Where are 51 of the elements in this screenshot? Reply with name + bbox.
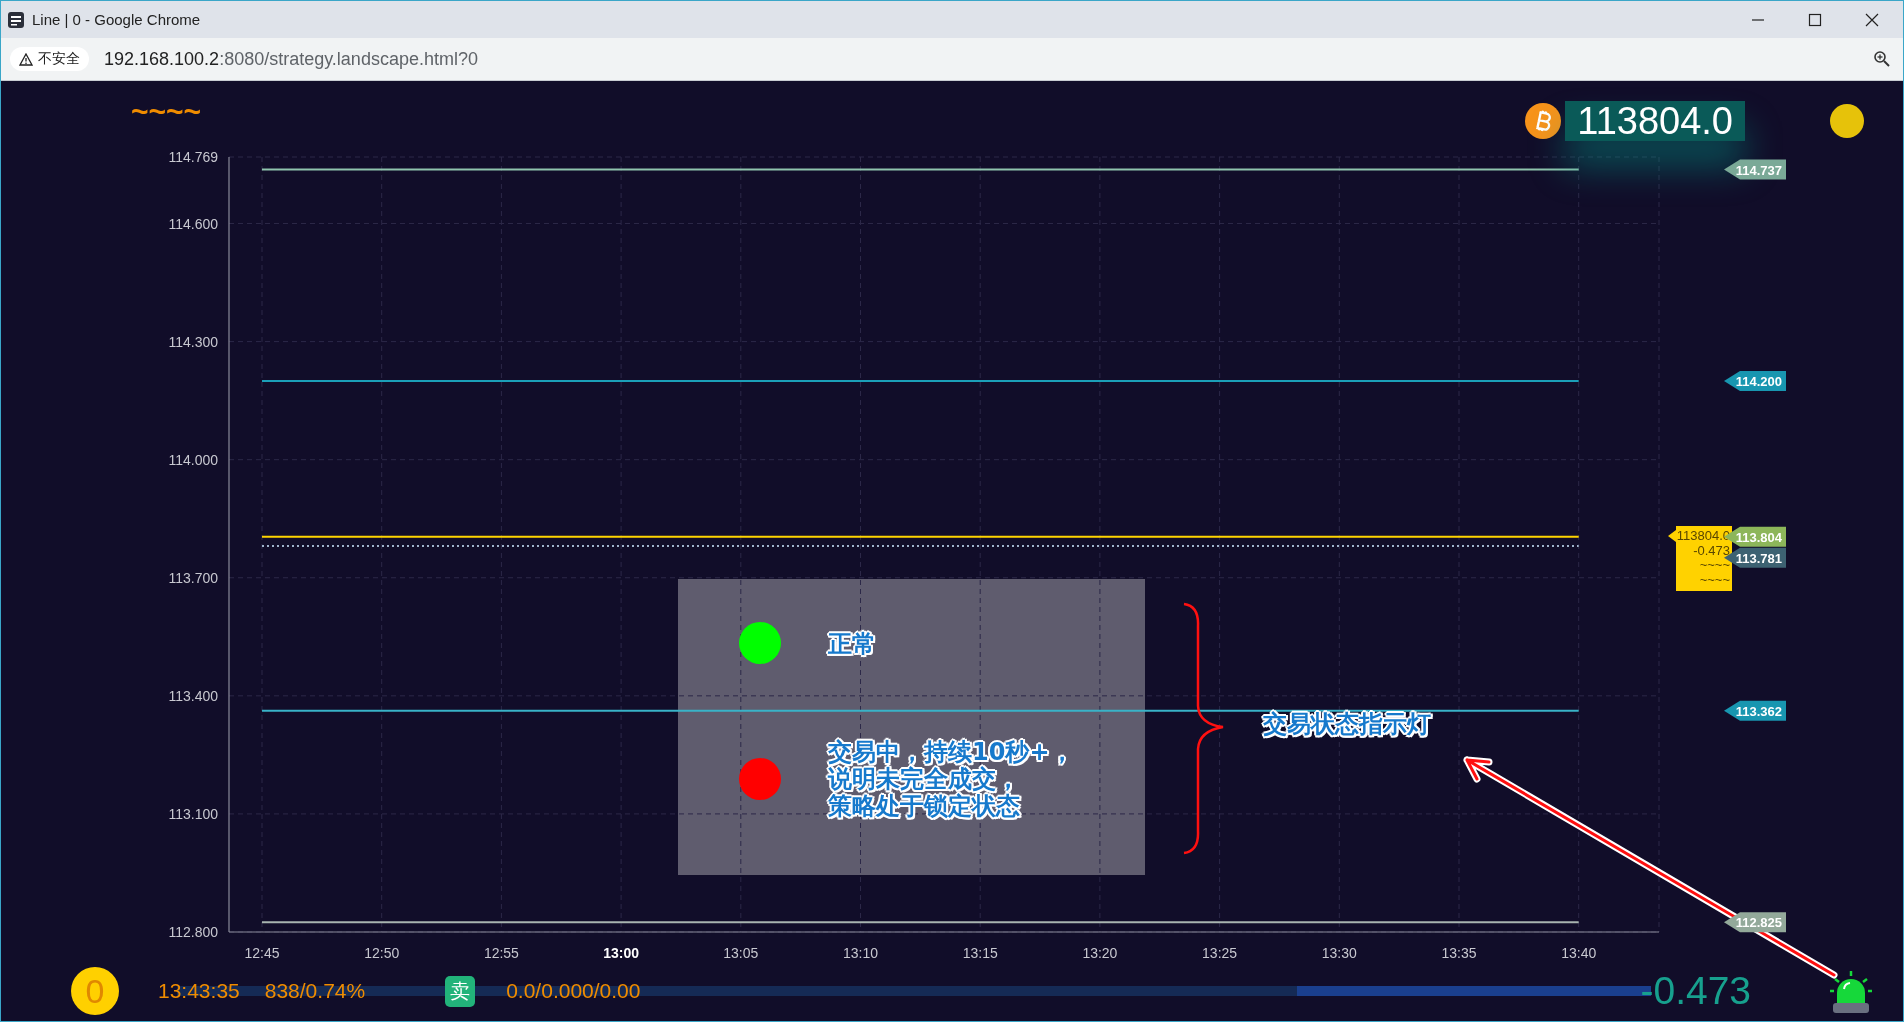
side-badge: 卖 bbox=[445, 975, 476, 1007]
x-tick-label: 13:30 bbox=[1321, 945, 1357, 961]
warning-icon bbox=[19, 52, 33, 66]
change-value: -0.473 bbox=[1640, 969, 1752, 1013]
y-tick-label: 114.600 bbox=[168, 215, 218, 232]
legend-text: 交易中，持续10秒+， 说明未完全成交， 策略处于锁定状态 bbox=[828, 739, 1074, 820]
price-tag: 112.825 bbox=[1724, 912, 1786, 933]
y-tick-label: 114.769 bbox=[168, 149, 218, 165]
y-tick-label: 112.800 bbox=[168, 924, 218, 940]
callout-text: -0.473 bbox=[1693, 542, 1730, 558]
maximize-icon[interactable] bbox=[1808, 12, 1822, 27]
y-tick-label: 113.400 bbox=[168, 687, 218, 704]
y-tick-label: 114.300 bbox=[168, 333, 218, 350]
price-display: 113804.0 bbox=[1565, 101, 1745, 141]
security-label: 不安全 bbox=[38, 50, 80, 68]
legend-text: 正常 bbox=[828, 630, 876, 658]
callout-text: ~~~~ bbox=[1699, 557, 1730, 572]
price-tag: 113.362 bbox=[1724, 700, 1786, 721]
x-tick-label: 12:55 bbox=[483, 945, 519, 961]
x-tick-label: 13:35 bbox=[1441, 945, 1477, 961]
status-dot-icon bbox=[1829, 103, 1865, 139]
x-tick-label: 12:45 bbox=[244, 945, 280, 961]
x-tick-label: 13:25 bbox=[1202, 945, 1238, 961]
x-tick-label: 13:05 bbox=[723, 945, 759, 961]
window-title: Line | 0 - Google Chrome bbox=[32, 11, 201, 28]
x-tick-label: 13:40 bbox=[1561, 945, 1597, 961]
y-tick-label: 113.100 bbox=[168, 805, 218, 822]
price-callout bbox=[1668, 526, 1732, 591]
time-text: 13:43:35 bbox=[158, 979, 240, 1003]
ratio-text: 838/0.74% bbox=[264, 979, 366, 1003]
close-icon[interactable] bbox=[1865, 12, 1879, 27]
x-tick-label: 12:50 bbox=[364, 945, 400, 961]
annotation-label: 交易状态指示灯 bbox=[1263, 711, 1431, 738]
x-tick-label: 13:00 bbox=[603, 945, 639, 961]
x-tick-label: 13:10 bbox=[843, 945, 878, 961]
url-field[interactable]: 192.168.100.2:8080/strategy.landscape.html?0 bbox=[104, 48, 478, 70]
y-tick-label: 113.700 bbox=[168, 569, 218, 586]
callout-text: ~~~~ bbox=[1699, 571, 1730, 587]
symbol-mark: ~~~~ bbox=[131, 95, 202, 129]
x-tick-label: 13:20 bbox=[1082, 945, 1118, 961]
browser-app-icon bbox=[8, 11, 24, 28]
bitcoin-icon bbox=[1525, 103, 1562, 139]
price-tag: 114.200 bbox=[1724, 370, 1786, 391]
y-tick-label: 114.000 bbox=[168, 451, 218, 468]
security-chip[interactable]: 不安全 bbox=[10, 47, 89, 71]
callout-text: 113804.0 bbox=[1676, 528, 1730, 543]
price-tag: 114.737 bbox=[1724, 159, 1786, 180]
position-text: 0.0/0.000/0.00 bbox=[506, 979, 641, 1003]
counter-badge: 0 bbox=[71, 967, 119, 1015]
x-tick-label: 13:15 bbox=[962, 945, 998, 961]
zoom-icon[interactable] bbox=[1873, 50, 1891, 68]
